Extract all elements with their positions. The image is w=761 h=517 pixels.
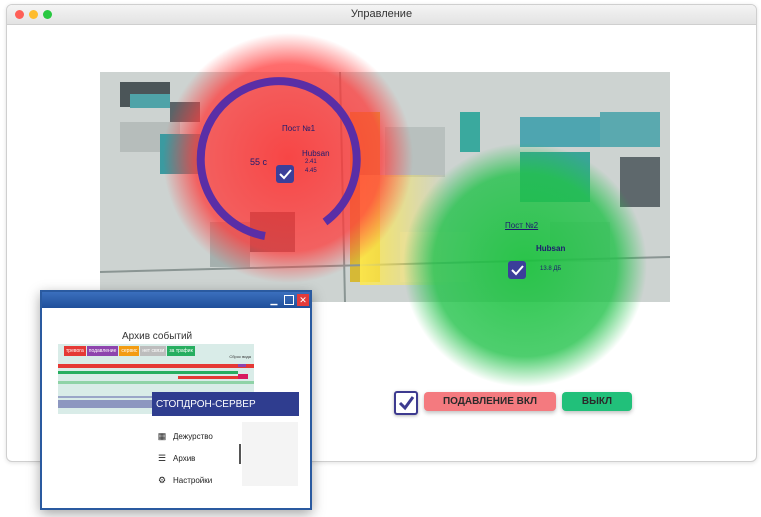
post-2-name[interactable]: Пост №2 xyxy=(505,221,538,230)
archive-title: Архив событий xyxy=(122,331,193,342)
minimize-icon[interactable]: ▁ xyxy=(268,294,280,306)
list-icon: ☰ xyxy=(157,452,167,463)
check-icon xyxy=(398,396,415,411)
menu-item-label: Архив xyxy=(173,453,196,463)
menu-item-duty[interactable]: ▦ Дежурство xyxy=(157,425,213,447)
archive-window-titlebar: ▁ ✕ xyxy=(42,292,310,308)
server-name: СТОПДРОН-СЕРВЕР xyxy=(152,392,299,416)
maximize-icon[interactable] xyxy=(284,295,294,305)
post-1-distance: 55 с xyxy=(250,157,268,167)
post-2-marker[interactable] xyxy=(508,261,526,279)
post-1-name: Пост №1 xyxy=(282,124,316,133)
post-1-reading-2: 4.45 xyxy=(305,168,317,174)
gear-icon: ⚙ xyxy=(157,474,167,485)
menu-side-panel xyxy=(242,422,298,486)
post-2-distance: 13.8 ДБ xyxy=(540,266,562,272)
menu-item-label: Дежурство xyxy=(173,431,213,441)
post-2-device: Hubsan xyxy=(536,244,566,253)
menu-active-indicator xyxy=(239,444,241,464)
archive-menu: ▦ Дежурство ☰ Архив ⚙ Настройки xyxy=(157,425,213,491)
close-icon[interactable]: ✕ xyxy=(297,294,309,306)
menu-item-archive[interactable]: ☰ Архив xyxy=(157,447,213,469)
suppression-checkbox[interactable] xyxy=(394,391,418,415)
post-1-reading-1: 2.41 xyxy=(305,159,317,165)
post-1-device: Hubsan xyxy=(302,149,330,158)
suppression-off-button[interactable]: ВЫКЛ xyxy=(562,392,632,411)
dashboard-icon: ▦ xyxy=(157,430,167,441)
suppression-on-button[interactable]: ПОДАВЛЕНИЕ ВКЛ xyxy=(424,392,556,411)
archive-window: ▁ ✕ Архив событий тревога подавление серви… xyxy=(40,290,312,510)
post-1-marker[interactable] xyxy=(276,165,294,183)
menu-item-label: Настройки xyxy=(173,475,213,485)
menu-item-settings[interactable]: ⚙ Настройки xyxy=(157,469,213,491)
